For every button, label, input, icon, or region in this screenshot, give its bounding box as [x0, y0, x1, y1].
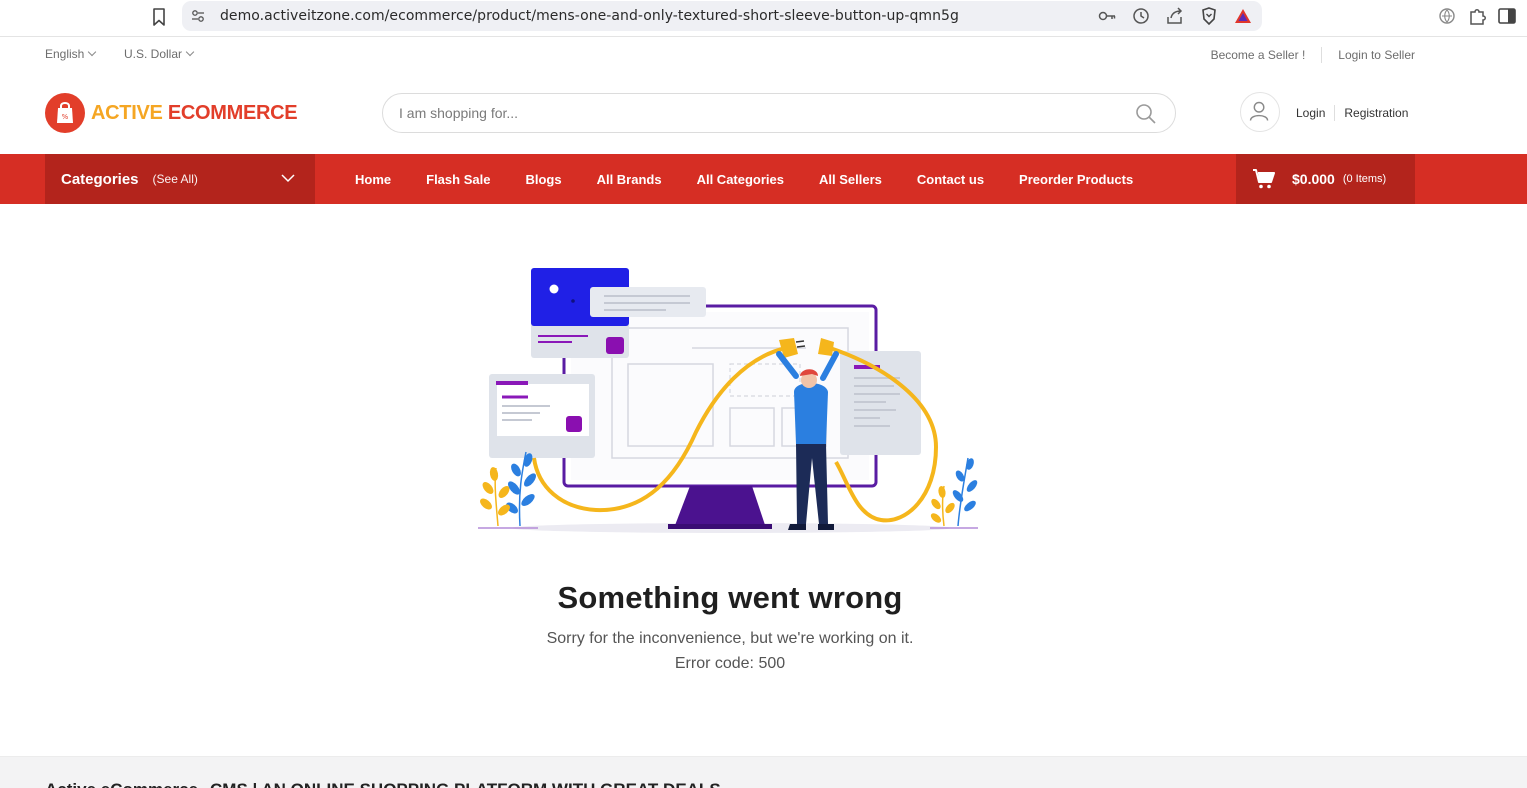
categories-title: Categories — [61, 170, 139, 188]
search-input[interactable] — [399, 94, 1099, 132]
divider — [1334, 105, 1336, 121]
seller-links: Become a Seller ! Login to Seller — [1211, 47, 1415, 63]
search-box — [382, 93, 1176, 133]
bookmark-icon[interactable] — [150, 7, 168, 27]
login-seller-link[interactable]: Login to Seller — [1338, 48, 1415, 62]
footer-brand: Active eCommerce — [45, 780, 198, 788]
auth-links: Login Registration — [1296, 105, 1408, 121]
nav-all-categories[interactable]: All Categories — [697, 172, 784, 187]
key-icon[interactable] — [1096, 6, 1118, 26]
language-dropdown[interactable]: English — [45, 47, 97, 61]
categories-see-all[interactable]: (See All) — [153, 172, 198, 186]
extensions-icon[interactable] — [1466, 6, 1488, 26]
site-settings-icon[interactable] — [190, 8, 206, 24]
brave-shield-icon[interactable] — [1198, 6, 1220, 26]
footer: Active eCommerce CMS | AN ONLINE SHOPPIN… — [0, 756, 1527, 788]
svg-text:%: % — [62, 113, 69, 121]
currency-dropdown[interactable]: U.S. Dollar — [124, 47, 195, 61]
cart-count: (0 Items) — [1342, 173, 1387, 185]
history-icon[interactable] — [1130, 6, 1152, 26]
main-nav: Categories (See All) Home Flash Sale Blo… — [0, 154, 1527, 204]
nav-all-sellers[interactable]: All Sellers — [819, 172, 882, 187]
nav-home[interactable]: Home — [355, 172, 391, 187]
nav-contact-us[interactable]: Contact us — [917, 172, 984, 187]
address-bar[interactable]: demo.activeitzone.com/ecommerce/product/… — [182, 1, 1262, 31]
categories-menu[interactable]: Categories (See All) — [45, 154, 315, 204]
browser-toolbar: demo.activeitzone.com/ecommerce/product/… — [0, 0, 1527, 37]
share-icon[interactable] — [1164, 6, 1186, 26]
error-title: Something went wrong — [557, 580, 903, 615]
nav-blogs[interactable]: Blogs — [525, 172, 561, 187]
user-icon[interactable] — [1240, 92, 1280, 132]
error-message: Sorry for the inconvenience, but we're w… — [546, 630, 914, 647]
search-icon[interactable] — [1135, 103, 1157, 125]
logo-text: ACTIVE ECOMMERCE — [91, 101, 298, 125]
footer-tagline: CMS | AN ONLINE SHOPPING PLATFORM WITH G… — [210, 780, 721, 788]
brave-rewards-icon[interactable] — [1232, 6, 1254, 26]
become-seller-link[interactable]: Become a Seller ! — [1211, 48, 1306, 62]
nav-links: Home Flash Sale Blogs All Brands All Cat… — [355, 154, 1168, 204]
sidebar-icon[interactable] — [1496, 6, 1518, 26]
error-code: Error code: 500 — [674, 655, 786, 672]
cart-total: $0.000 — [1292, 171, 1335, 187]
error-illustration — [478, 268, 978, 533]
site-logo[interactable]: % ACTIVE ECOMMERCE — [45, 93, 298, 133]
cart-button[interactable]: $0.000 (0 Items) — [1236, 154, 1415, 204]
nav-all-brands[interactable]: All Brands — [597, 172, 662, 187]
registration-link[interactable]: Registration — [1344, 106, 1408, 120]
logo-text-active: ACTIVE — [91, 101, 163, 124]
vpn-icon[interactable] — [1436, 6, 1458, 26]
top-bar: English U.S. Dollar Become a Seller ! Lo… — [0, 37, 1527, 73]
cart-icon — [1253, 169, 1275, 189]
login-link[interactable]: Login — [1296, 106, 1325, 120]
currency-label: U.S. Dollar — [124, 47, 183, 61]
site-header: % ACTIVE ECOMMERCE Login Registration — [0, 73, 1527, 154]
nav-flash-sale[interactable]: Flash Sale — [426, 172, 490, 187]
divider — [1321, 47, 1323, 63]
chevron-down-icon[interactable] — [281, 171, 295, 185]
language-label: English — [45, 47, 85, 61]
shopping-bag-logo-icon: % — [45, 93, 85, 133]
chevron-down-icon — [88, 47, 97, 57]
url-text[interactable]: demo.activeitzone.com/ecommerce/product/… — [220, 8, 959, 24]
logo-text-ecommerce: ECOMMERCE — [167, 101, 298, 124]
nav-preorder-products[interactable]: Preorder Products — [1019, 172, 1133, 187]
chevron-down-icon — [185, 47, 195, 57]
